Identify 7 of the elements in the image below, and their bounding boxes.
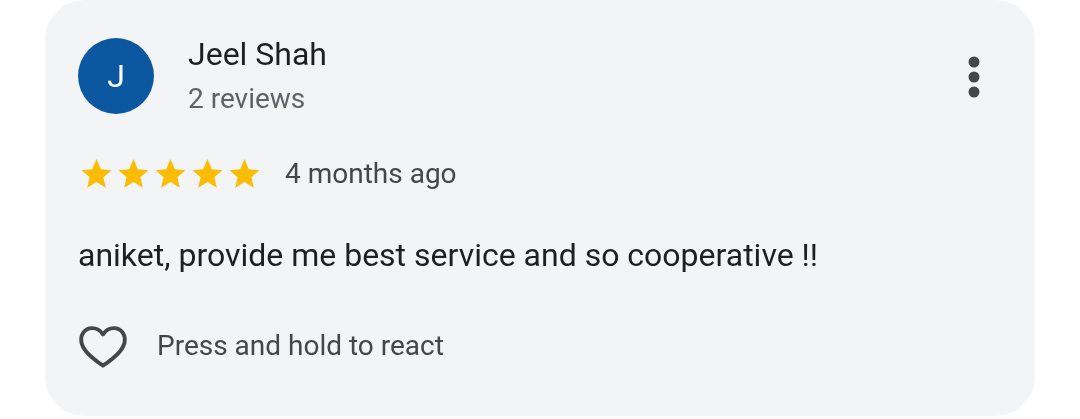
review-count: 2 reviews [188,81,307,117]
review-text: aniket, provide me best service and so cooperative !! [78,235,820,276]
avatar[interactable]: J [78,38,154,114]
react-hint: Press and hold to react [157,328,444,364]
more-vert-icon [968,56,980,98]
review-time: 4 months ago [285,156,457,192]
reviewer-name[interactable]: Jeel Shah [188,32,327,76]
